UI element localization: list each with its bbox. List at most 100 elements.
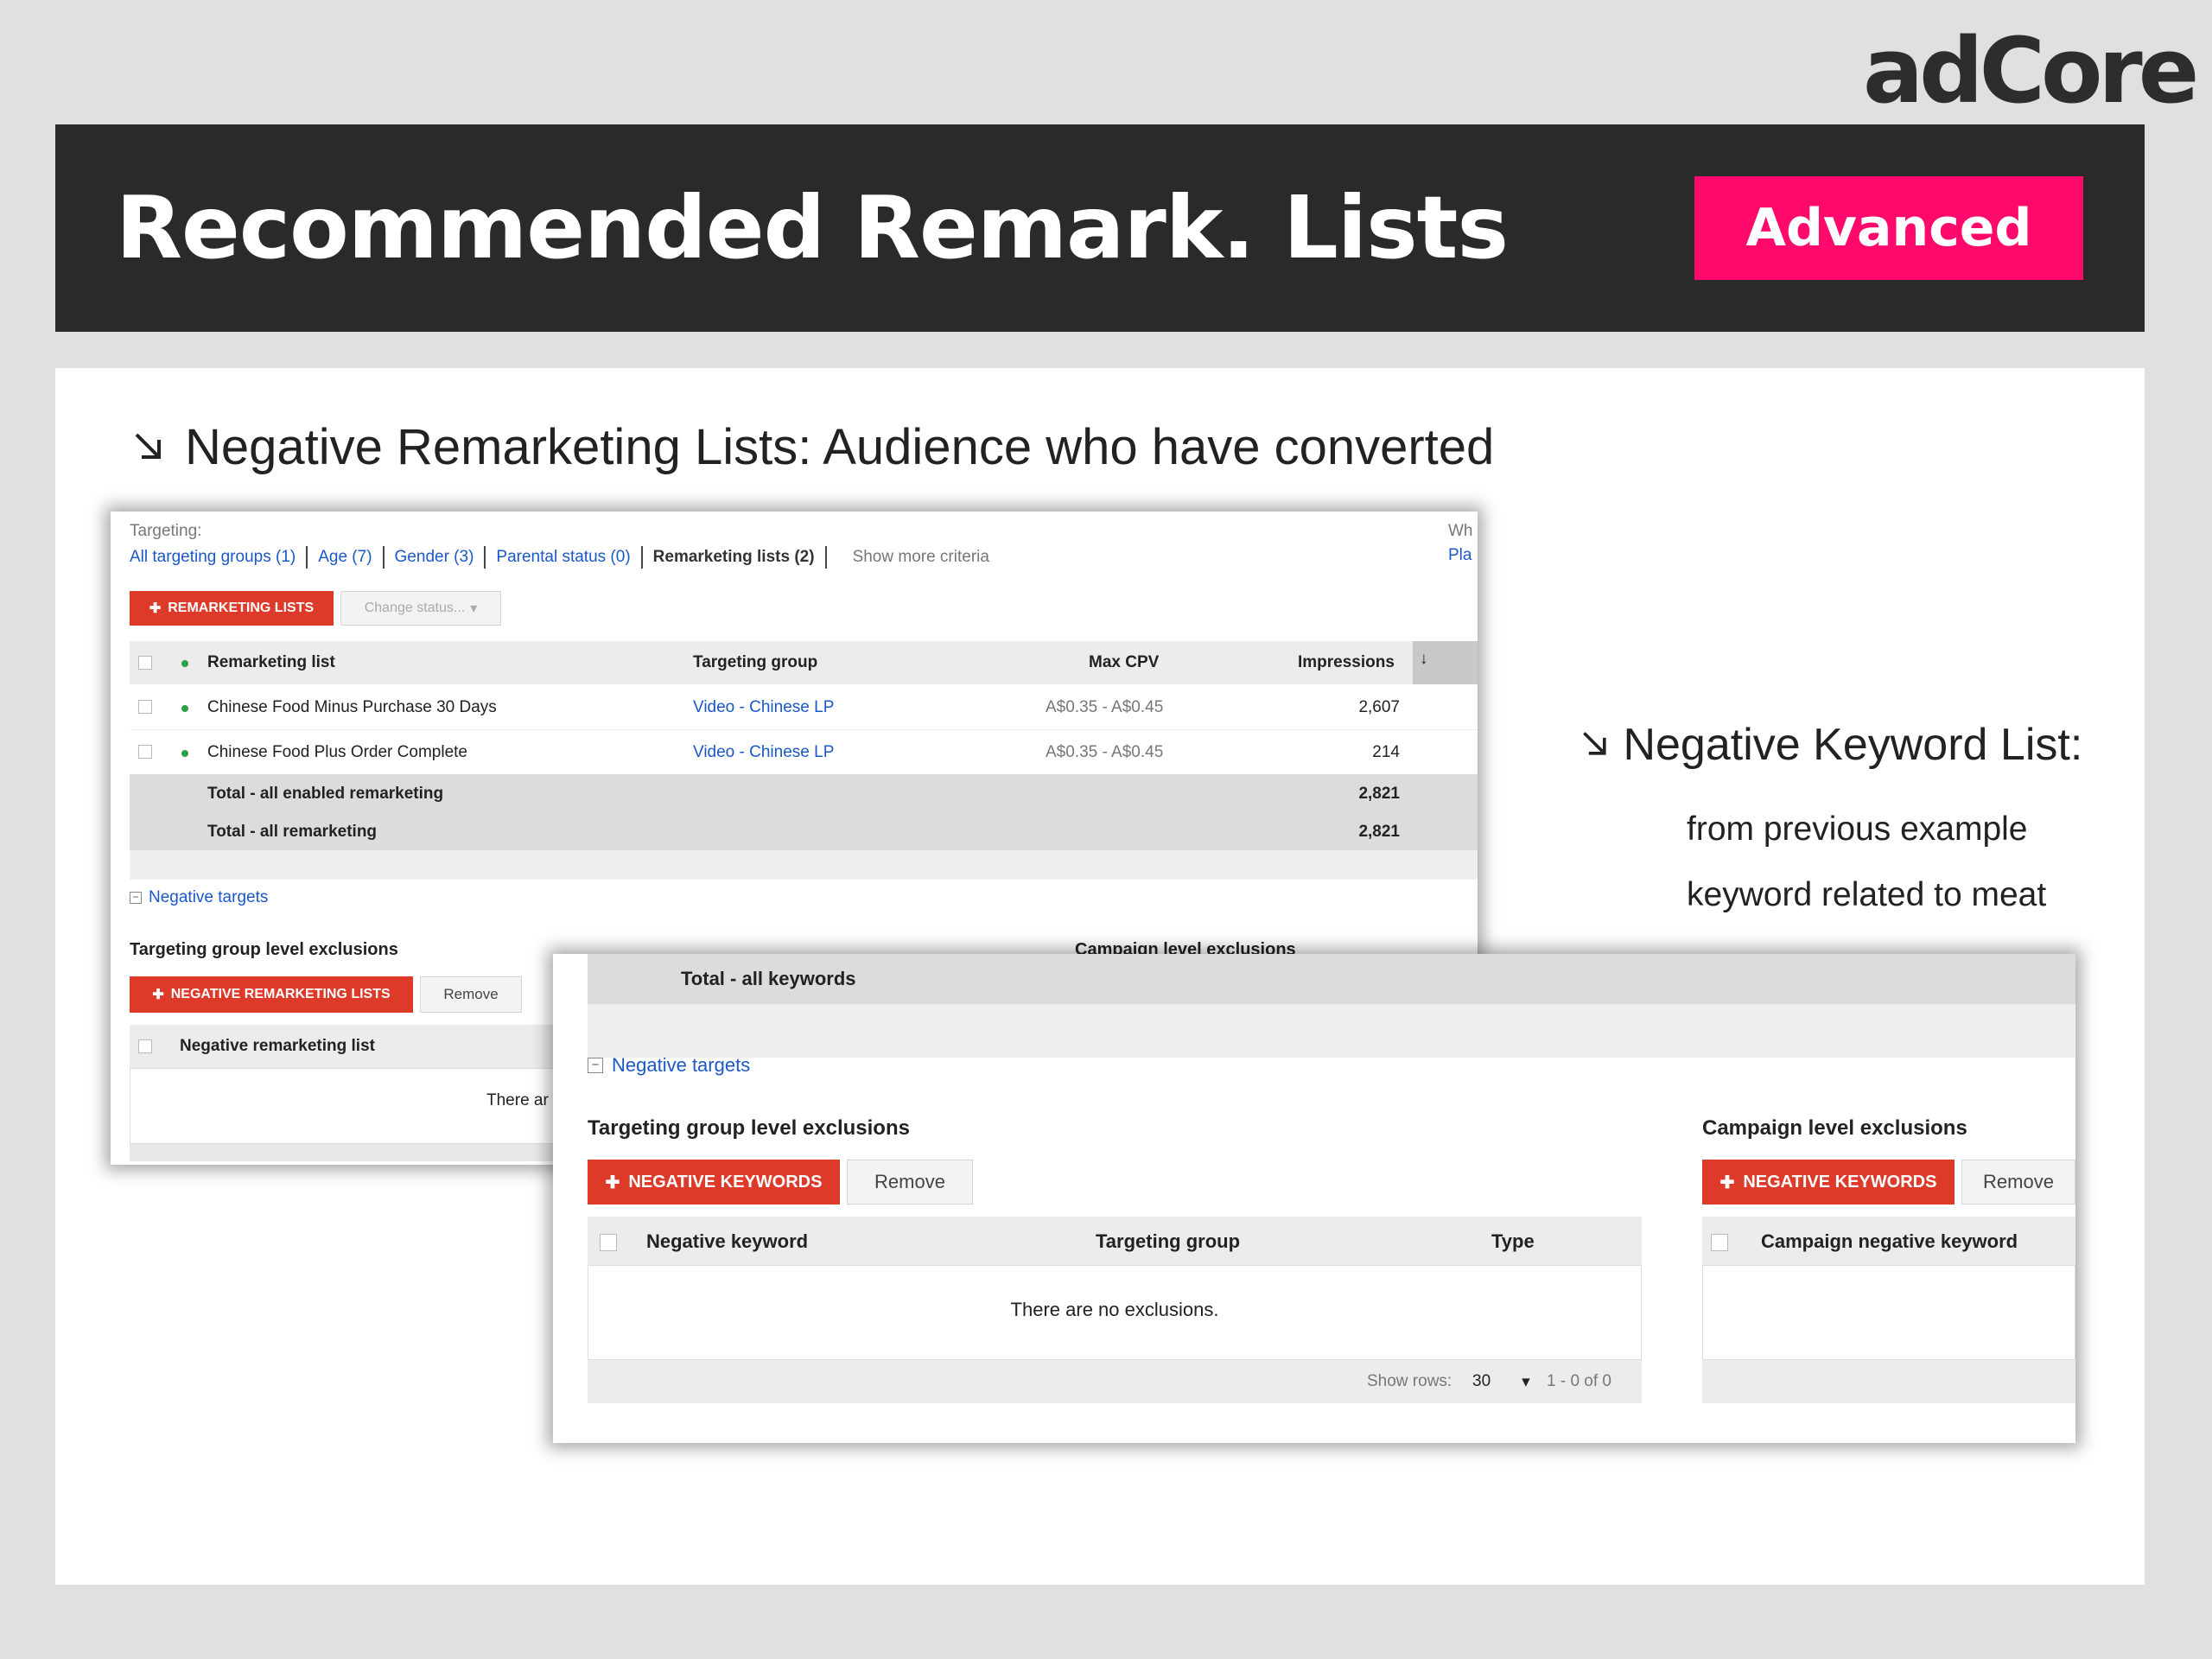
tab-gender[interactable]: Gender (3) [395,548,474,567]
negative-targets-link[interactable]: Negative targets [612,1054,750,1077]
main-bullet-text: Negative Remarketing Lists: Audience who… [185,419,1495,475]
max-cpv-value: A$0.35 - A$0.45 [1046,743,1164,761]
select-all-checkbox[interactable] [1711,1234,1728,1251]
tab-remarketing-lists[interactable]: Remarketing lists (2) [653,548,815,567]
status-dot-icon [181,660,188,667]
campaign-negative-keywords-label: NEGATIVE KEYWORDS [1743,1172,1937,1192]
col-negative-remarketing-list[interactable]: Negative remarketing list [180,1037,375,1056]
plus-icon: ✚ [1719,1173,1735,1192]
remove-button[interactable]: Remove [420,976,522,1013]
plus-icon: ✚ [149,601,162,616]
tab-separator [484,546,486,569]
negative-targets-toggle[interactable]: − Negative targets [588,1054,750,1077]
col-type[interactable]: Type [1491,1230,1535,1253]
add-negative-keywords-button[interactable]: ✚ NEGATIVE KEYWORDS [588,1160,840,1205]
pagination-text: 1 - 0 of 0 [1547,1372,1611,1390]
collapse-icon: − [588,1058,603,1073]
plus-icon: ✚ [605,1173,620,1192]
negative-remarketing-lists-label: NEGATIVE REMARKETING LISTS [170,987,391,1001]
add-campaign-negative-keywords-button[interactable]: ✚ NEGATIVE KEYWORDS [1702,1160,1955,1205]
enabled-dot-icon [181,750,188,757]
side-bullet-title-text: Negative Keyword List: [1623,720,2083,770]
targeting-group-link[interactable]: Video - Chinese LP [693,698,834,717]
group-exclusions-heading: Targeting group level exclusions [130,940,398,959]
select-all-checkbox[interactable] [138,1039,152,1053]
main-bullet: Negative Remarketing Lists: Audience who… [131,418,1494,476]
sorted-column-cell: ↓ [1413,641,1478,684]
table-row[interactable]: Chinese Food Minus Purchase 30 Days Vide… [130,684,1478,730]
side-line-1: from previous example [1687,810,2028,848]
col-remarketing-list[interactable]: Remarketing list [207,653,335,672]
col-max-cpv[interactable]: Max CPV [1089,653,1159,672]
total-all-value: 2,821 [1358,823,1400,841]
totals-block: Total - all enabled remarketing 2,821 To… [130,774,1478,850]
plus-icon: ✚ [152,988,164,1002]
targeting-tabs: All targeting groups (1) Age (7) Gender … [130,546,989,569]
change-status-dropdown[interactable]: Change status... ▾ [340,591,501,626]
select-all-checkbox[interactable] [138,656,152,670]
max-cpv-value: A$0.35 - A$0.45 [1046,698,1164,716]
add-remarketing-lists-label: REMARKETING LISTS [168,601,315,615]
col-impressions[interactable]: Impressions [1298,653,1395,672]
arrow-down-right-icon [1580,720,1623,770]
row-checkbox[interactable] [138,745,152,759]
targeting-group-link[interactable]: Video - Chinese LP [693,743,834,762]
total-all-label: Total - all remarketing [207,823,378,841]
impressions-value: 2,607 [1358,698,1400,716]
clipped-link[interactable]: Pla [1448,546,1471,565]
pagination-bar: Show rows: 30 ▾ 1 - 0 of 0 [588,1360,1642,1403]
impressions-value: 214 [1372,743,1400,761]
add-negative-remarketing-lists-button[interactable]: ✚ NEGATIVE REMARKETING LISTS [130,976,413,1013]
show-rows-value: 30 [1472,1372,1491,1390]
select-all-checkbox[interactable] [600,1234,617,1251]
total-keywords-row: Total - all keywords [588,954,2075,1004]
enabled-dot-icon [181,705,188,712]
group-exclusions-heading: Targeting group level exclusions [588,1116,910,1140]
tab-age[interactable]: Age (7) [318,548,372,567]
tab-all-targeting-groups[interactable]: All targeting groups (1) [130,548,296,567]
campaign-exclusions-heading: Campaign level exclusions [1702,1116,1967,1140]
total-enabled-label: Total - all enabled remarketing [207,785,444,803]
adcore-logo: adCore [1863,18,2199,124]
col-negative-keyword[interactable]: Negative keyword [646,1230,808,1253]
campaign-pagination-bar [1702,1360,2075,1403]
table-row[interactable]: Chinese Food Plus Order Complete Video -… [130,729,1478,774]
negative-keywords-screenshot: Total - all keywords − Negative targets … [553,954,2075,1443]
collapse-icon: − [130,892,142,904]
empty-message: There are no exclusions. [1010,1299,1219,1320]
targeting-label: Targeting: [130,522,202,540]
tab-separator [640,546,643,569]
row-checkbox[interactable] [138,700,152,714]
total-keywords-label: Total - all keywords [681,968,856,989]
side-bullet-title: Negative Keyword List: [1580,719,2082,771]
col-campaign-negative-keyword[interactable]: Campaign negative keyword [1761,1230,2018,1253]
total-enabled-value: 2,821 [1358,785,1400,803]
remove-button[interactable]: Remove [847,1160,973,1205]
show-more-criteria-link[interactable]: Show more criteria [853,548,989,567]
show-rows-select[interactable]: 30 ▾ [1472,1372,1530,1392]
table-footer [130,850,1478,880]
negative-targets-link[interactable]: Negative targets [149,888,268,907]
caret-down-icon: ▾ [470,601,478,616]
add-remarketing-lists-button[interactable]: ✚ REMARKETING LISTS [130,591,334,626]
campaign-keyword-header: Campaign negative keyword [1702,1217,2075,1265]
tab-separator [306,546,308,569]
title-banner: Recommended Remark. Lists Advanced [55,124,2145,332]
level-badge: Advanced [1694,176,2083,280]
negative-targets-toggle[interactable]: − Negative targets [130,888,268,907]
tab-parental-status[interactable]: Parental status (0) [496,548,630,567]
arrow-down-right-icon [131,418,166,476]
negative-keyword-body: There are no exclusions. [588,1265,1642,1360]
remarketing-list-name[interactable]: Chinese Food Minus Purchase 30 Days [207,698,497,717]
campaign-keyword-body [1702,1265,2075,1360]
col-targeting-group[interactable]: Targeting group [1096,1230,1240,1253]
change-status-label: Change status... [364,601,466,615]
negative-keyword-header: Negative keyword Targeting group Type [588,1217,1642,1265]
remarketing-list-name[interactable]: Chinese Food Plus Order Complete [207,743,467,762]
tab-separator [382,546,385,569]
col-targeting-group[interactable]: Targeting group [693,653,817,672]
caret-down-icon: ▾ [1522,1373,1530,1391]
side-line-2: keyword related to meat [1687,876,2047,913]
campaign-remove-button[interactable]: Remove [1961,1160,2075,1205]
table-footer [588,1004,2075,1058]
